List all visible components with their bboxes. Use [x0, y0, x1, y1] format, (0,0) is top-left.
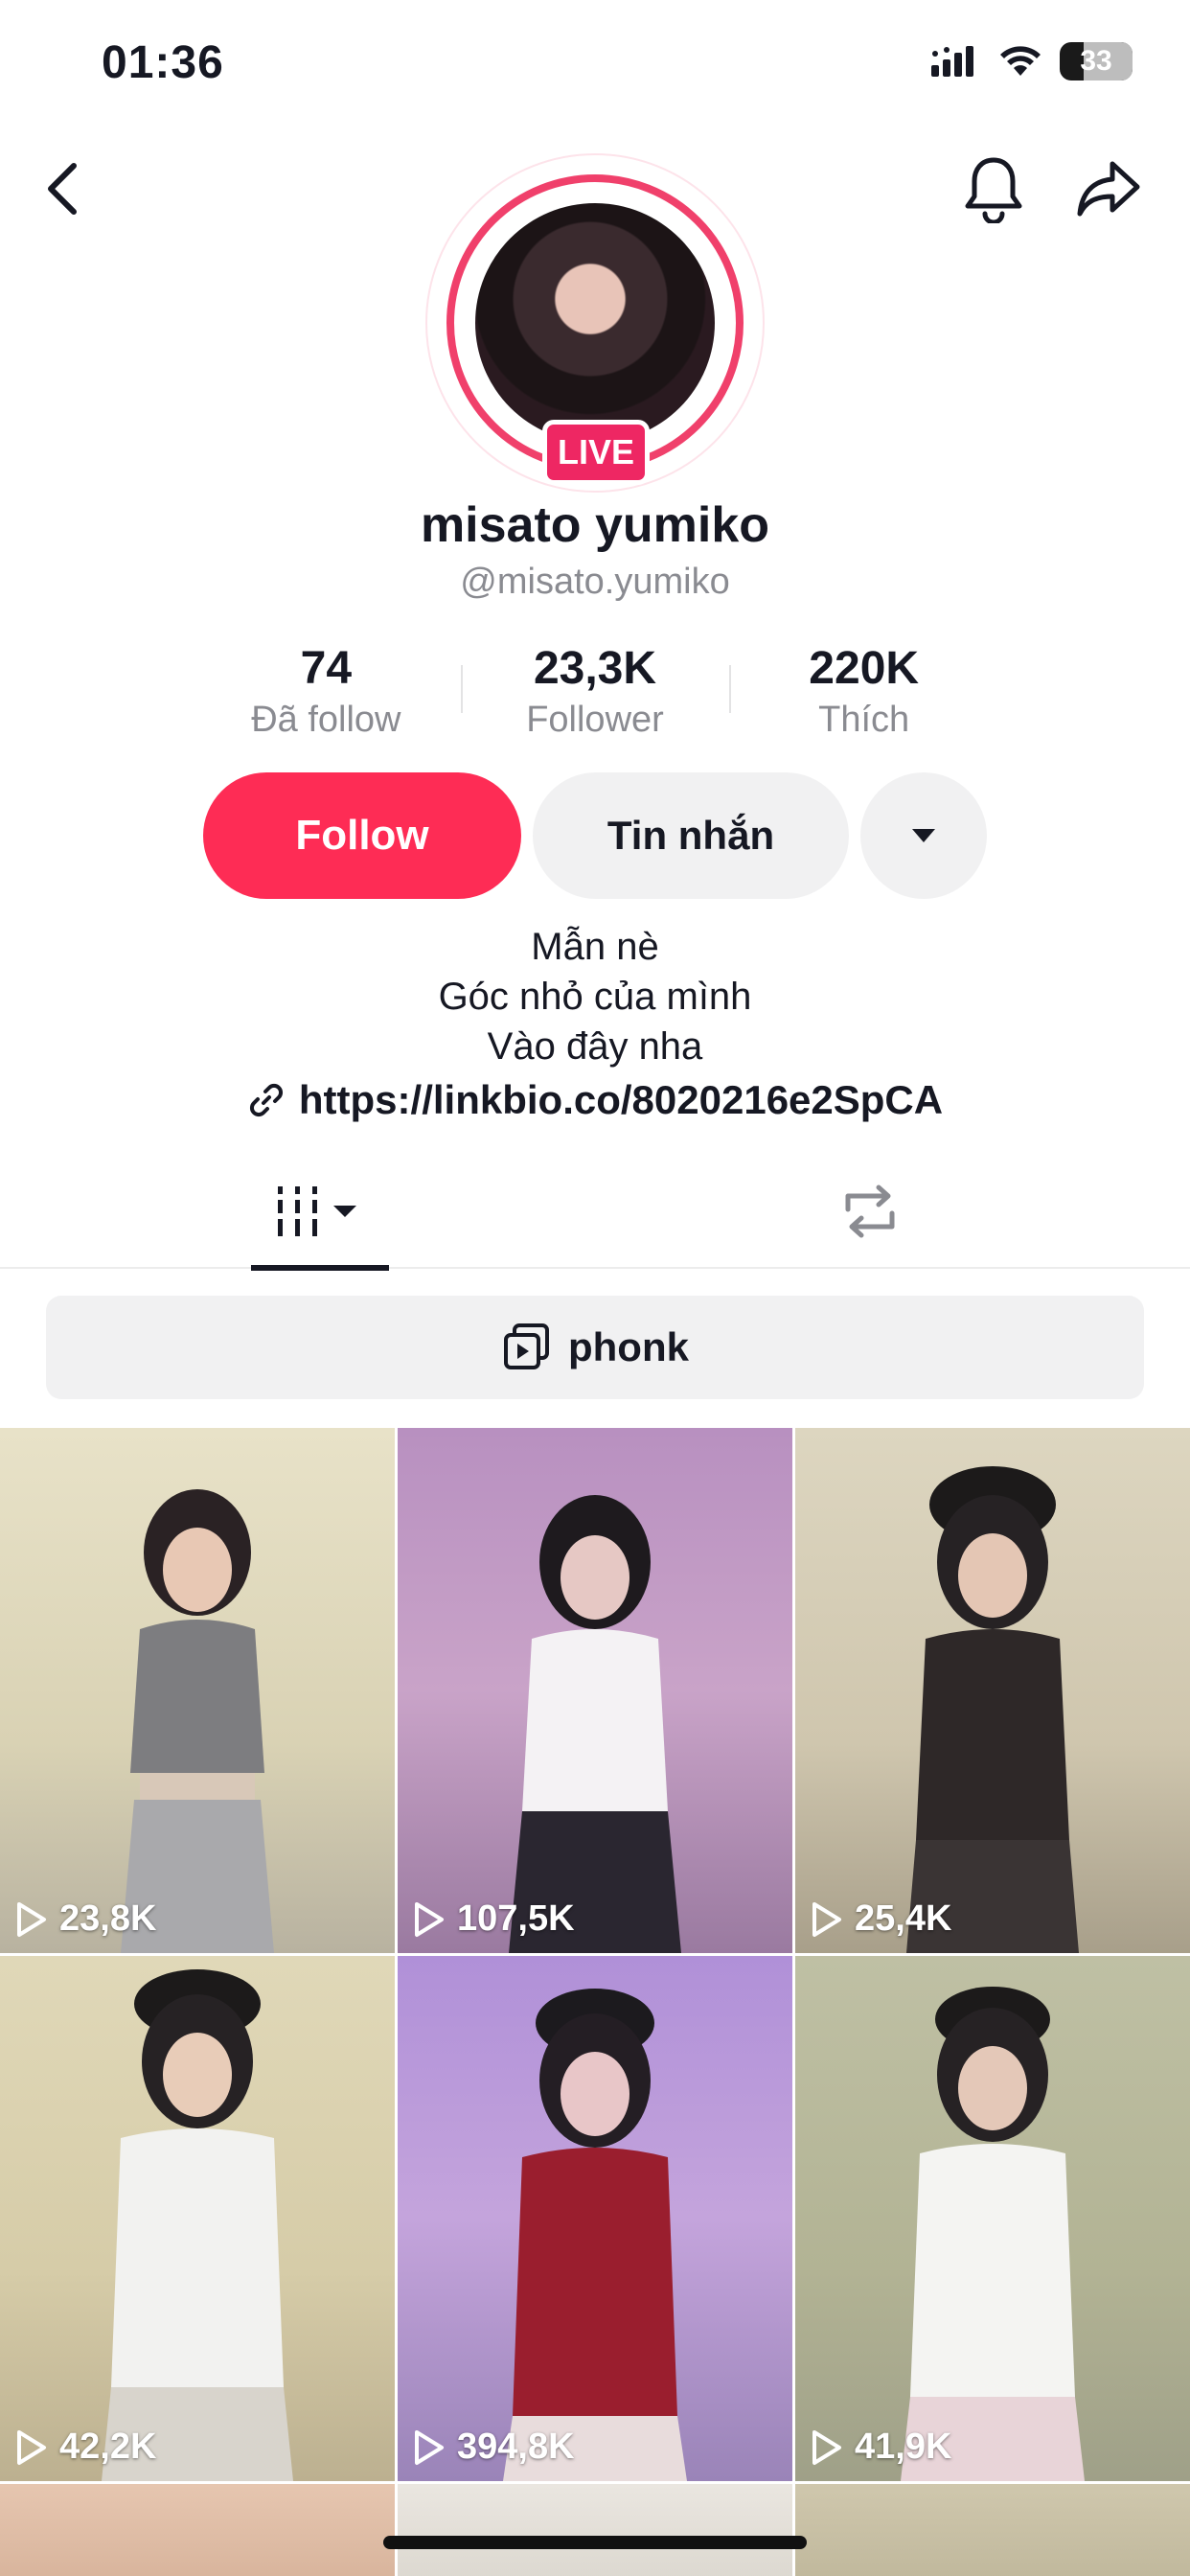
video-thumbnail-figure: [901, 1987, 1085, 2481]
more-options-button[interactable]: [860, 772, 987, 899]
bio: Mẫn nè Góc nhỏ của mình Vào đây nha: [0, 922, 1190, 1071]
view-count: 25,4K: [811, 1898, 951, 1940]
video-thumbnail[interactable]: 25,4K: [795, 1428, 1190, 1953]
view-count-text: 394,8K: [457, 2426, 575, 2467]
share-button[interactable]: [1065, 146, 1152, 232]
view-count: 41,9K: [811, 2426, 951, 2468]
display-name: misato yumiko: [420, 497, 770, 553]
back-button[interactable]: [19, 146, 105, 232]
bio-link[interactable]: https://linkbio.co/8020216e2SpCA: [0, 1077, 1190, 1123]
repost-icon: [845, 1184, 895, 1238]
bio-line: Mẫn nè: [531, 926, 659, 968]
wifi-icon: [1000, 46, 1041, 76]
chevron-left-icon: [48, 163, 77, 215]
view-count-text: 25,4K: [855, 1898, 952, 1939]
stat-label: Thích: [818, 700, 910, 740]
play-icon: [812, 1901, 841, 1937]
play-icon: [17, 2429, 46, 2465]
status-time: 01:36: [102, 37, 224, 88]
follow-button[interactable]: Follow: [203, 772, 521, 899]
stat-value: 23,3K: [533, 643, 657, 694]
view-count-text: 107,5K: [457, 1898, 575, 1939]
view-count: 394,8K: [413, 2426, 575, 2468]
live-badge[interactable]: LIVE: [542, 420, 650, 485]
link-icon: [249, 1083, 283, 1117]
video-thumbnail[interactable]: 23,8K: [0, 1428, 395, 1953]
video-grid-icon: [278, 1186, 356, 1236]
video-thumbnail-figure: [906, 1466, 1079, 1953]
stat-value: 74: [300, 643, 353, 694]
avatar-image: [475, 203, 715, 443]
video-thumbnail[interactable]: 42,2K: [0, 1956, 395, 2481]
video-thumbnail-figure: [509, 1495, 681, 1953]
stat-followers[interactable]: 23,3K Follower: [460, 640, 730, 746]
notification-bell-button[interactable]: [950, 146, 1037, 232]
tab-reposts[interactable]: [801, 1154, 939, 1269]
video-grid: 23,8K 107,5K 25,4K 42,2K 394,8K 41,9K: [0, 1428, 1190, 2576]
video-thumbnail-figure: [102, 1969, 293, 2481]
bell-icon: [965, 157, 1022, 223]
play-icon: [17, 1901, 46, 1937]
profile-stats: 74 Đã follow 23,3K Follower 220K Thích: [192, 640, 998, 746]
battery-level: 33: [1080, 45, 1112, 77]
video-thumbnail[interactable]: [0, 2484, 395, 2576]
stat-label: Follower: [526, 700, 664, 740]
status-bar: 01:36 33: [0, 0, 1190, 134]
view-count-text: 23,8K: [59, 1898, 157, 1939]
view-count-text: 42,2K: [59, 2426, 157, 2467]
view-count: 23,8K: [15, 1898, 156, 1940]
stat-label: Đã follow: [251, 700, 401, 740]
video-thumbnail-figure: [121, 1489, 274, 1953]
play-icon: [415, 1901, 444, 1937]
stat-following[interactable]: 74 Đã follow: [192, 640, 461, 746]
playlist-icon: [504, 1323, 549, 1369]
profile-tabs: [0, 1154, 1190, 1271]
bio-line: Vào đây nha: [487, 1025, 703, 1068]
cellular-signal-icon: [931, 46, 973, 77]
home-indicator[interactable]: [383, 2536, 807, 2549]
playlist-chip[interactable]: phonk: [46, 1296, 1144, 1399]
bio-line: Góc nhỏ của mình: [438, 976, 752, 1018]
video-thumbnail[interactable]: 41,9K: [795, 1956, 1190, 2481]
playlist-label: phonk: [568, 1324, 689, 1369]
tab-videos[interactable]: [251, 1154, 389, 1271]
view-count: 107,5K: [413, 1898, 575, 1940]
status-icons: 33: [931, 42, 1133, 80]
bio-link-text: https://linkbio.co/8020216e2SpCA: [298, 1077, 944, 1122]
message-button[interactable]: Tin nhắn: [533, 772, 849, 899]
video-thumbnail-figure: [503, 1989, 687, 2481]
share-arrow-icon: [1077, 161, 1140, 217]
username: @misato.yumiko: [460, 562, 730, 602]
battery-icon: 33: [1060, 42, 1133, 80]
stat-likes[interactable]: 220K Thích: [729, 640, 998, 746]
view-count: 42,2K: [15, 2426, 156, 2468]
stat-value: 220K: [809, 643, 920, 694]
play-icon: [812, 2429, 841, 2465]
view-count-text: 41,9K: [855, 2426, 952, 2467]
video-thumbnail[interactable]: 107,5K: [398, 1428, 792, 1953]
caret-down-icon: [912, 829, 935, 842]
video-thumbnail[interactable]: [398, 2484, 792, 2576]
video-thumbnail[interactable]: 394,8K: [398, 1956, 792, 2481]
play-icon: [415, 2429, 444, 2465]
video-thumbnail[interactable]: [795, 2484, 1190, 2576]
